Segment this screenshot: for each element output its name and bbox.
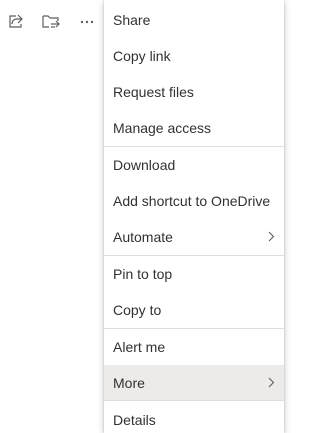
command-toolbar	[0, 0, 105, 42]
share-icon	[9, 14, 23, 28]
more-options-button[interactable]	[76, 10, 98, 32]
menu-item-label: Details	[113, 411, 156, 428]
chevron-right-icon	[268, 377, 275, 388]
menu-item-label: Copy to	[113, 301, 162, 318]
menu-item-pin-to-top[interactable]: Pin to top	[104, 256, 284, 291]
menu-item-alert-me[interactable]: Alert me	[104, 329, 284, 364]
menu-item-more[interactable]: More	[104, 365, 284, 400]
menu-item-label: Download	[113, 156, 176, 173]
menu-item-download[interactable]: Download	[104, 147, 284, 182]
menu-item-label: Pin to top	[113, 265, 173, 282]
chevron-right-icon	[268, 231, 275, 242]
menu-item-automate[interactable]: Automate	[104, 219, 284, 254]
menu-item-details[interactable]: Details	[104, 402, 284, 433]
more-icon	[80, 20, 94, 24]
move-to-icon	[42, 15, 60, 28]
menu-item-label: More	[113, 374, 145, 391]
menu-item-label: Manage access	[113, 119, 212, 136]
menu-item-share[interactable]: Share	[104, 2, 284, 37]
menu-item-label: Share	[113, 11, 151, 28]
context-menu: Share Copy link Request files Manage acc…	[104, 0, 284, 433]
menu-item-label: Request files	[113, 83, 194, 100]
move-to-button[interactable]	[40, 10, 62, 32]
menu-item-label: Add shortcut to OneDrive	[113, 192, 271, 209]
menu-item-manage-access[interactable]: Manage access	[104, 110, 284, 145]
menu-divider	[104, 400, 284, 401]
menu-item-request-files[interactable]: Request files	[104, 74, 284, 109]
menu-item-label: Alert me	[113, 338, 166, 355]
menu-item-copy-link[interactable]: Copy link	[104, 38, 284, 73]
menu-item-label: Automate	[113, 228, 173, 245]
share-button[interactable]	[5, 10, 27, 32]
menu-item-add-shortcut[interactable]: Add shortcut to OneDrive	[104, 183, 284, 218]
menu-item-label: Copy link	[113, 47, 171, 64]
menu-item-copy-to[interactable]: Copy to	[104, 292, 284, 327]
